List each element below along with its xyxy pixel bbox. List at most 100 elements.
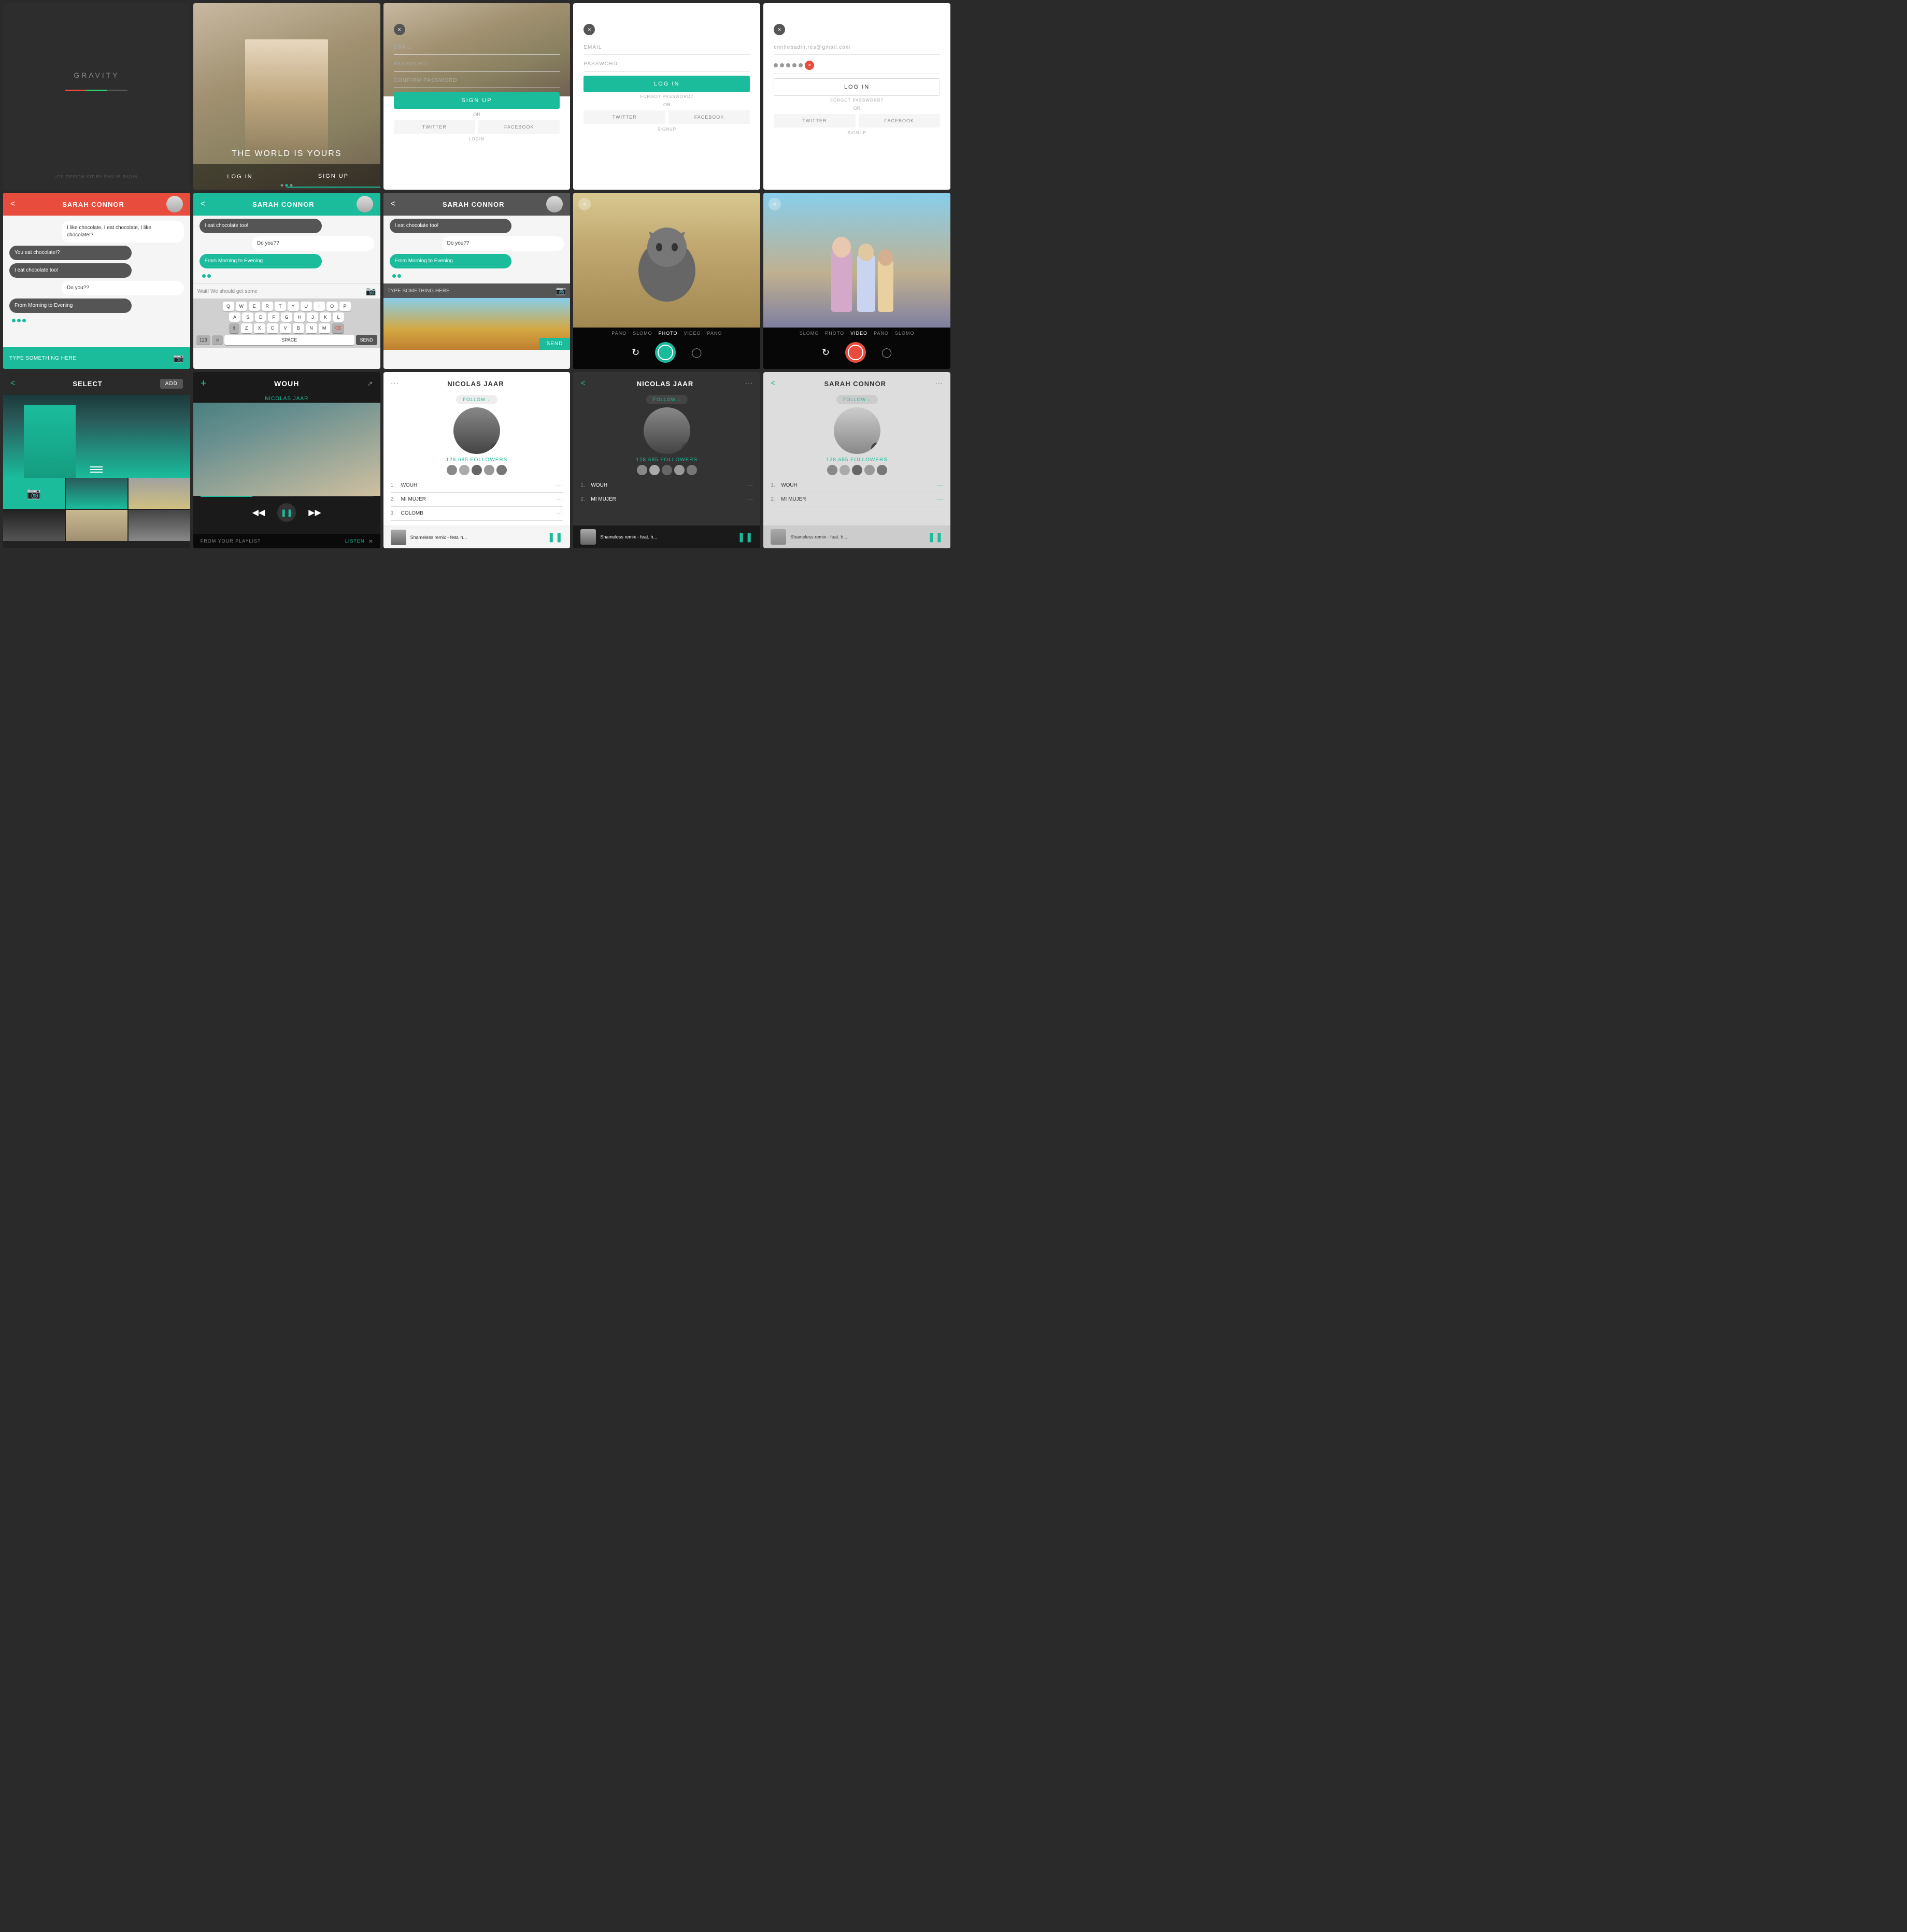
- shuffle-icon[interactable]: ⤮: [491, 443, 500, 454]
- key-r[interactable]: R: [262, 302, 273, 311]
- play-button[interactable]: ❚❚: [547, 532, 563, 543]
- key-k[interactable]: K: [320, 312, 331, 322]
- tab-slomo[interactable]: SLOMO: [800, 331, 819, 336]
- btn-signup[interactable]: SIGN UP: [287, 166, 380, 188]
- shutter-button[interactable]: [655, 342, 676, 363]
- key-d[interactable]: D: [255, 312, 266, 322]
- key-a[interactable]: A: [229, 312, 240, 322]
- key-shift[interactable]: ⇧: [229, 323, 239, 333]
- key-e[interactable]: E: [249, 302, 260, 311]
- tab-photo[interactable]: PHOTO: [825, 331, 844, 336]
- tab-video[interactable]: VIDEO: [850, 331, 867, 336]
- dots-menu-icon[interactable]: ···: [935, 379, 943, 388]
- key-numbers[interactable]: 123: [196, 335, 210, 345]
- key-h[interactable]: H: [294, 312, 305, 322]
- key-p[interactable]: P: [339, 302, 351, 311]
- close-button[interactable]: ×: [774, 24, 785, 35]
- timer-icon[interactable]: ◯: [881, 347, 892, 358]
- next-button[interactable]: ▶▶: [308, 507, 321, 518]
- key-x[interactable]: X: [254, 323, 265, 333]
- timer-icon[interactable]: ◯: [691, 347, 702, 358]
- dots-menu-icon[interactable]: ···: [745, 379, 753, 388]
- rotate-icon[interactable]: ↻: [822, 347, 830, 358]
- email-field[interactable]: EMAIL: [394, 40, 560, 55]
- track-name[interactable]: COLOMB: [401, 510, 557, 516]
- key-f[interactable]: F: [268, 312, 279, 322]
- email-field[interactable]: EMAIL: [584, 40, 750, 55]
- track-options[interactable]: ···: [557, 481, 563, 489]
- track-options[interactable]: ···: [747, 481, 753, 489]
- forgot-password-link[interactable]: FORGOT PASSWORD?: [774, 98, 940, 103]
- twitter-button[interactable]: TWITTER: [774, 114, 855, 127]
- key-q[interactable]: Q: [223, 302, 234, 311]
- add-button[interactable]: ADD: [160, 379, 183, 389]
- login-button[interactable]: LOG IN: [584, 76, 750, 92]
- back-icon[interactable]: <: [580, 379, 585, 388]
- camera-icon[interactable]: 📷: [366, 286, 376, 296]
- facebook-button[interactable]: FACEBOOK: [859, 114, 940, 127]
- shuffle-icon[interactable]: ⤮: [871, 443, 880, 454]
- confirm-password-field[interactable]: CONFIRM PASSWORD: [394, 74, 560, 88]
- key-g[interactable]: G: [281, 312, 292, 322]
- thumb-dark[interactable]: [3, 510, 65, 541]
- key-i[interactable]: I: [314, 302, 325, 311]
- track-options[interactable]: ···: [937, 481, 943, 489]
- key-emoji[interactable]: ☺: [212, 335, 223, 345]
- key-delete[interactable]: ⌫: [332, 323, 345, 333]
- key-c[interactable]: C: [267, 323, 278, 333]
- thumb-blonde[interactable]: [129, 478, 190, 509]
- back-icon[interactable]: <: [10, 379, 15, 388]
- playlist-link[interactable]: LISTEN: [345, 538, 365, 544]
- play-button[interactable]: ❚❚: [928, 532, 943, 543]
- play-pause-button[interactable]: ❚❚: [277, 503, 296, 522]
- track-name[interactable]: MI MUJER: [781, 496, 937, 502]
- thumb-extra[interactable]: [129, 510, 190, 541]
- track-name[interactable]: MI MUJER: [401, 496, 557, 502]
- shutter-button[interactable]: [845, 342, 866, 363]
- thumb-camera[interactable]: 📷: [3, 478, 65, 509]
- back-icon[interactable]: <: [391, 200, 395, 209]
- tab-pano[interactable]: PANO: [874, 331, 889, 336]
- tab-pano2[interactable]: PANO: [707, 331, 722, 336]
- hamburger-icon[interactable]: [90, 466, 103, 473]
- key-l[interactable]: L: [333, 312, 344, 322]
- chat-input[interactable]: TYPE SOMETHING HERE: [9, 356, 174, 361]
- signup-button[interactable]: SIGN UP: [394, 92, 560, 109]
- key-y[interactable]: Y: [288, 302, 299, 311]
- facebook-button[interactable]: FACEBOOK: [478, 120, 560, 134]
- key-s[interactable]: S: [242, 312, 253, 322]
- key-z[interactable]: Z: [241, 323, 252, 333]
- key-space[interactable]: SPACE: [224, 335, 354, 345]
- back-icon[interactable]: <: [10, 200, 15, 209]
- key-t[interactable]: T: [275, 302, 286, 311]
- key-v[interactable]: V: [280, 323, 291, 333]
- close-playlist-icon[interactable]: ×: [368, 537, 373, 545]
- email-field[interactable]: emiliebadin.res@gmail.com: [774, 40, 940, 55]
- tab-photo[interactable]: PHOTO: [659, 331, 678, 336]
- add-icon[interactable]: +: [201, 378, 207, 390]
- follow-button[interactable]: FOLLOW ↓: [836, 395, 878, 404]
- track-name[interactable]: WOUH: [781, 482, 937, 488]
- btn-login[interactable]: LOG IN: [193, 166, 287, 187]
- login-button[interactable]: LOG IN: [774, 78, 940, 96]
- track-options[interactable]: ···: [557, 495, 563, 503]
- password-field[interactable]: PASSWORD: [394, 57, 560, 72]
- rotate-icon[interactable]: ↻: [632, 347, 639, 358]
- close-button[interactable]: ×: [584, 24, 595, 35]
- prev-button[interactable]: ◀◀: [252, 507, 265, 518]
- password-field[interactable]: PASSWORD: [584, 57, 750, 72]
- close-button[interactable]: ×: [394, 24, 405, 35]
- camera-icon[interactable]: 📷: [174, 353, 184, 363]
- tab-slomo[interactable]: SLOMO: [633, 331, 652, 336]
- dots-menu-icon[interactable]: ···: [391, 379, 399, 388]
- expand-icon[interactable]: ↗: [367, 379, 373, 388]
- chat-input[interactable]: TYPE SOMETHING HERE: [388, 288, 556, 294]
- twitter-button[interactable]: TWITTER: [584, 110, 665, 124]
- back-icon[interactable]: <: [771, 379, 775, 388]
- key-w[interactable]: W: [236, 302, 247, 311]
- key-j[interactable]: J: [307, 312, 318, 322]
- progress-bar[interactable]: [201, 496, 373, 497]
- back-button[interactable]: <: [769, 198, 781, 210]
- key-send[interactable]: SEND: [356, 335, 377, 345]
- follow-button[interactable]: FOLLOW ↓: [456, 395, 497, 404]
